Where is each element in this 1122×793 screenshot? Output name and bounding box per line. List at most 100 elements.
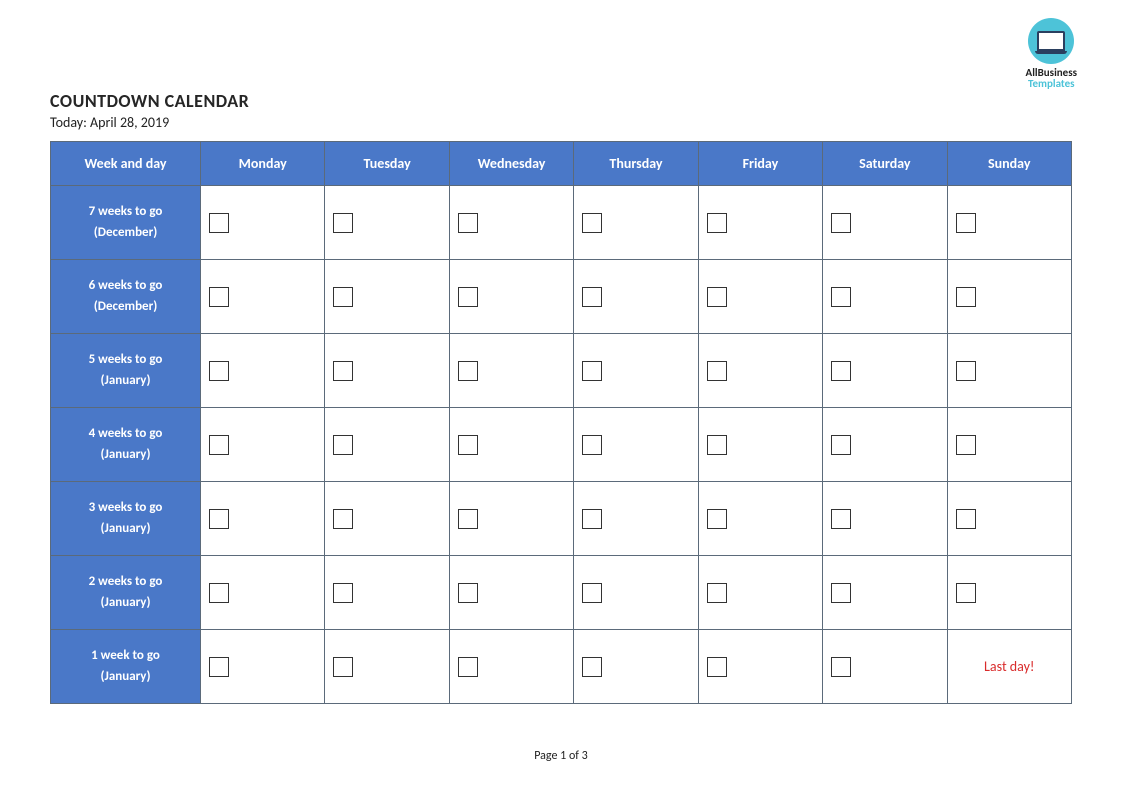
- row-label: 1 week to go(January): [51, 630, 201, 704]
- day-cell: [201, 482, 325, 556]
- day-cell: [823, 334, 947, 408]
- day-cell: [574, 556, 698, 630]
- day-cell: [823, 630, 947, 704]
- checkbox-icon[interactable]: [209, 287, 229, 307]
- day-cell: [325, 482, 449, 556]
- day-cell: [325, 408, 449, 482]
- day-cell: [574, 186, 698, 260]
- checkbox-icon[interactable]: [333, 509, 353, 529]
- column-header: Tuesday: [325, 142, 449, 186]
- day-cell: [823, 186, 947, 260]
- day-cell: [201, 408, 325, 482]
- table-row: 1 week to go(January) Last day!: [51, 630, 1072, 704]
- checkbox-icon[interactable]: [333, 361, 353, 381]
- checkbox-icon[interactable]: [333, 435, 353, 455]
- day-cell: [201, 260, 325, 334]
- checkbox-icon[interactable]: [458, 583, 478, 603]
- checkbox-icon[interactable]: [582, 287, 602, 307]
- checkbox-icon[interactable]: [956, 287, 976, 307]
- checkbox-icon[interactable]: [956, 435, 976, 455]
- page-footer: Page 1 of 3: [0, 749, 1122, 763]
- checkbox-icon[interactable]: [458, 213, 478, 233]
- day-cell: [698, 630, 822, 704]
- checkbox-icon[interactable]: [707, 583, 727, 603]
- day-cell: [823, 408, 947, 482]
- day-cell: [449, 260, 573, 334]
- day-cell: [947, 556, 1071, 630]
- checkbox-icon[interactable]: [956, 213, 976, 233]
- column-header: Thursday: [574, 142, 698, 186]
- day-cell: [698, 556, 822, 630]
- checkbox-icon[interactable]: [956, 583, 976, 603]
- day-cell: [947, 186, 1071, 260]
- checkbox-icon[interactable]: [707, 361, 727, 381]
- checkbox-icon[interactable]: [458, 287, 478, 307]
- checkbox-icon[interactable]: [333, 287, 353, 307]
- checkbox-icon[interactable]: [956, 509, 976, 529]
- day-cell: [201, 556, 325, 630]
- table-row: 6 weeks to go(December): [51, 260, 1072, 334]
- day-cell: [201, 186, 325, 260]
- row-label: 7 weeks to go(December): [51, 186, 201, 260]
- row-label: 6 weeks to go(December): [51, 260, 201, 334]
- checkbox-icon[interactable]: [209, 583, 229, 603]
- checkbox-icon[interactable]: [831, 583, 851, 603]
- day-cell: [201, 334, 325, 408]
- table-row: 2 weeks to go(January): [51, 556, 1072, 630]
- checkbox-icon[interactable]: [458, 509, 478, 529]
- day-cell: [449, 556, 573, 630]
- checkbox-icon[interactable]: [707, 509, 727, 529]
- countdown-table: Week and dayMondayTuesdayWednesdayThursd…: [50, 141, 1072, 704]
- checkbox-icon[interactable]: [209, 509, 229, 529]
- day-cell: [449, 334, 573, 408]
- checkbox-icon[interactable]: [209, 657, 229, 677]
- day-cell: [574, 630, 698, 704]
- checkbox-icon[interactable]: [209, 435, 229, 455]
- checkbox-icon[interactable]: [831, 361, 851, 381]
- day-cell: [325, 186, 449, 260]
- day-cell: [449, 408, 573, 482]
- day-cell: [947, 408, 1071, 482]
- checkbox-icon[interactable]: [582, 583, 602, 603]
- checkbox-icon[interactable]: [333, 583, 353, 603]
- day-cell: [698, 260, 822, 334]
- day-cell: [574, 260, 698, 334]
- checkbox-icon[interactable]: [333, 213, 353, 233]
- row-label: 3 weeks to go(January): [51, 482, 201, 556]
- row-label: 5 weeks to go(January): [51, 334, 201, 408]
- checkbox-icon[interactable]: [956, 361, 976, 381]
- checkbox-icon[interactable]: [458, 435, 478, 455]
- checkbox-icon[interactable]: [831, 509, 851, 529]
- table-row: 5 weeks to go(January): [51, 334, 1072, 408]
- checkbox-icon[interactable]: [707, 657, 727, 677]
- day-cell: [698, 334, 822, 408]
- logo-text-2: Templates: [1026, 77, 1077, 90]
- day-cell: Last day!: [947, 630, 1071, 704]
- checkbox-icon[interactable]: [209, 213, 229, 233]
- checkbox-icon[interactable]: [707, 213, 727, 233]
- column-header: Week and day: [51, 142, 201, 186]
- checkbox-icon[interactable]: [582, 361, 602, 381]
- checkbox-icon[interactable]: [582, 435, 602, 455]
- day-cell: [449, 630, 573, 704]
- checkbox-icon[interactable]: [582, 657, 602, 677]
- checkbox-icon[interactable]: [831, 213, 851, 233]
- day-cell: [574, 408, 698, 482]
- checkbox-icon[interactable]: [831, 657, 851, 677]
- checkbox-icon[interactable]: [209, 361, 229, 381]
- checkbox-icon[interactable]: [831, 435, 851, 455]
- checkbox-icon[interactable]: [582, 509, 602, 529]
- checkbox-icon[interactable]: [458, 657, 478, 677]
- checkbox-icon[interactable]: [831, 287, 851, 307]
- checkbox-icon[interactable]: [707, 287, 727, 307]
- checkbox-icon[interactable]: [707, 435, 727, 455]
- column-header: Wednesday: [449, 142, 573, 186]
- day-cell: [325, 556, 449, 630]
- today-date: Today: April 28, 2019: [50, 114, 1072, 131]
- checkbox-icon[interactable]: [582, 213, 602, 233]
- brand-logo: AllBusiness Templates: [1026, 18, 1077, 90]
- laptop-icon: [1028, 18, 1074, 64]
- checkbox-icon[interactable]: [458, 361, 478, 381]
- day-cell: [823, 482, 947, 556]
- checkbox-icon[interactable]: [333, 657, 353, 677]
